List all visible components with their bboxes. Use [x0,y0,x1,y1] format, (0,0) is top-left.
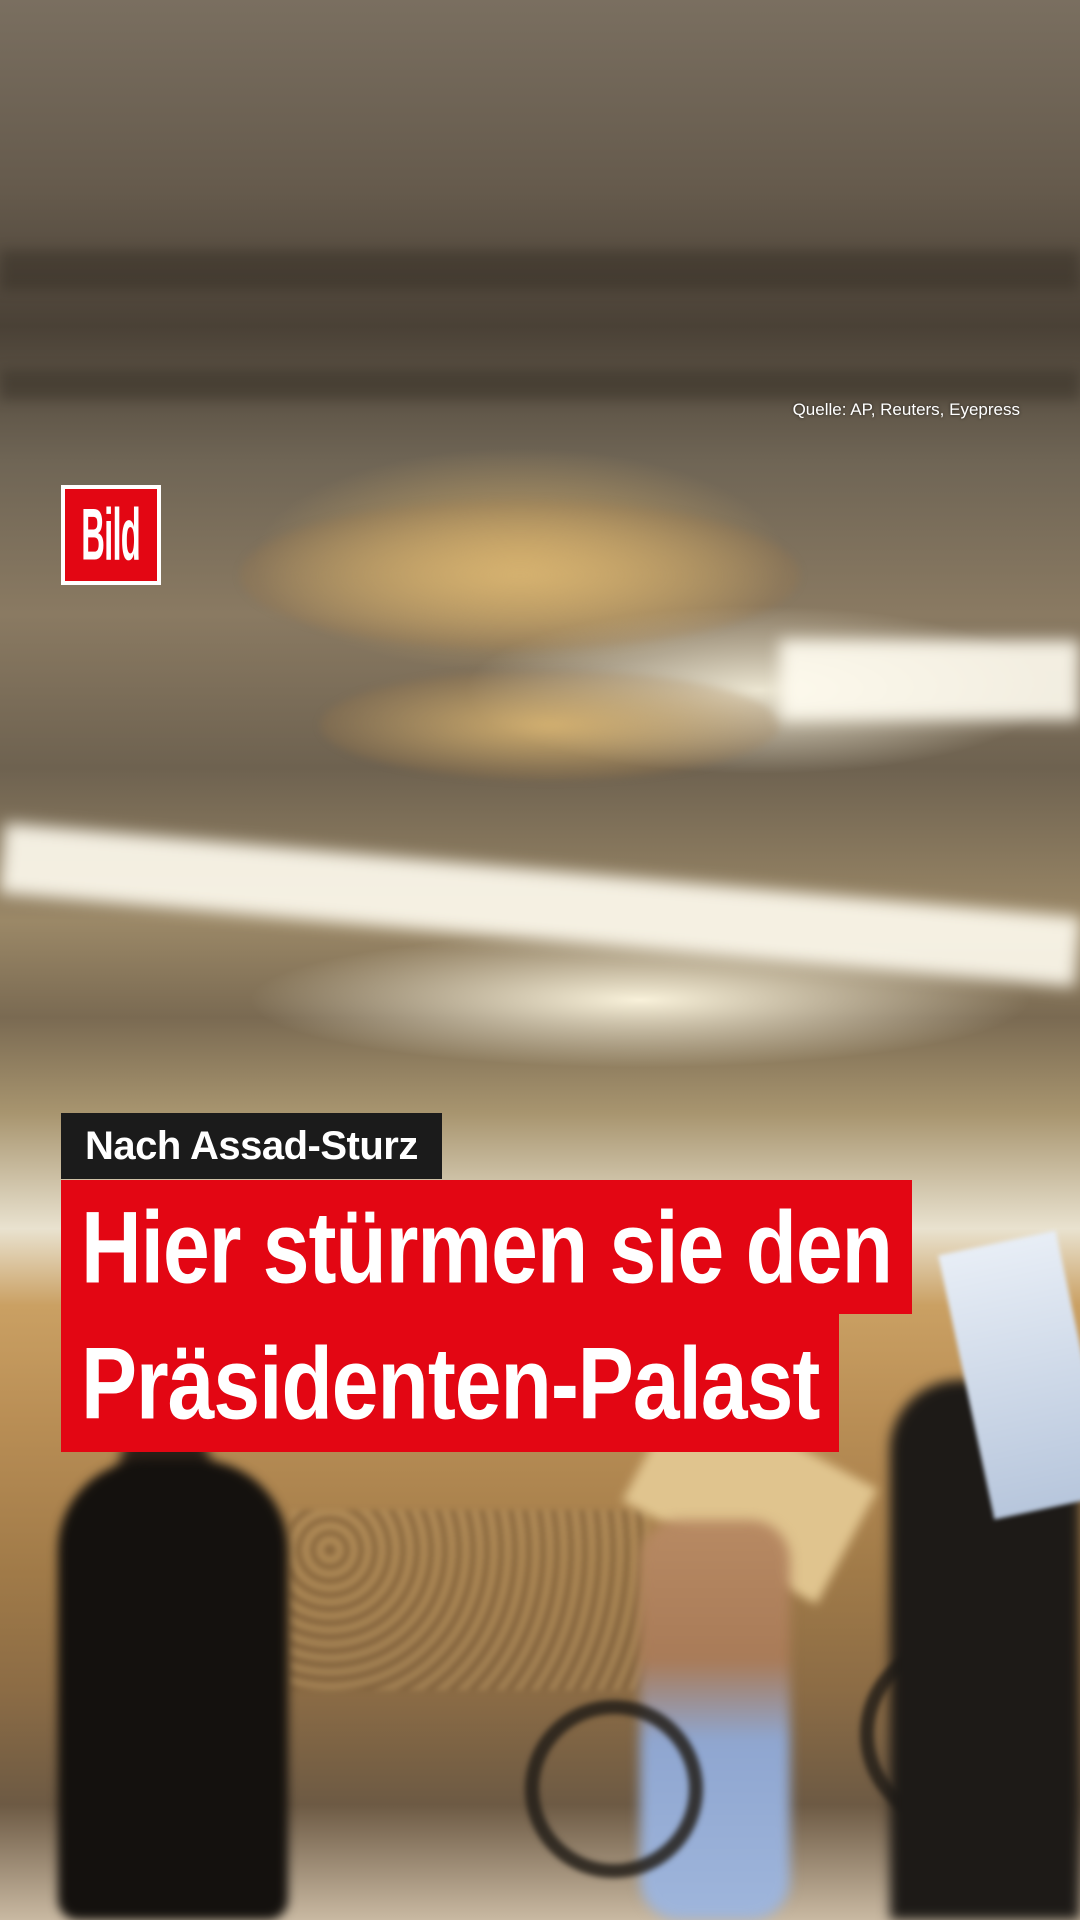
bild-logo: Bild [61,485,161,585]
video-background [0,0,1080,1920]
ceiling-beam [0,250,1080,290]
headline-kicker: Nach Assad-Sturz [61,1113,442,1179]
ceiling-beam [0,370,1080,400]
headline-text-1: Hier stürmen sie den [81,1189,893,1304]
person-figure [58,1460,288,1920]
ceiling-ornament [240,500,800,650]
story-frame[interactable]: Quelle: AP, Reuters, Eyepress Bild Nach … [0,0,1080,1920]
headline-text-2: Präsidenten-Palast [81,1325,820,1440]
source-credit: Quelle: AP, Reuters, Eyepress [792,400,1020,419]
ceiling-window [780,640,1080,720]
headline-line-2: Präsidenten-Palast [61,1314,840,1452]
bild-logo-badge: Bild [65,489,157,581]
kicker-text: Nach Assad-Sturz [85,1123,418,1168]
wall-ornament [290,1510,650,1690]
ceiling-light-strip [0,823,1080,987]
bild-logo-text: Bild [81,493,142,576]
headline-line-1: Hier stürmen sie den [61,1180,912,1314]
ceiling-ornament [320,670,780,780]
wheel [525,1700,703,1878]
